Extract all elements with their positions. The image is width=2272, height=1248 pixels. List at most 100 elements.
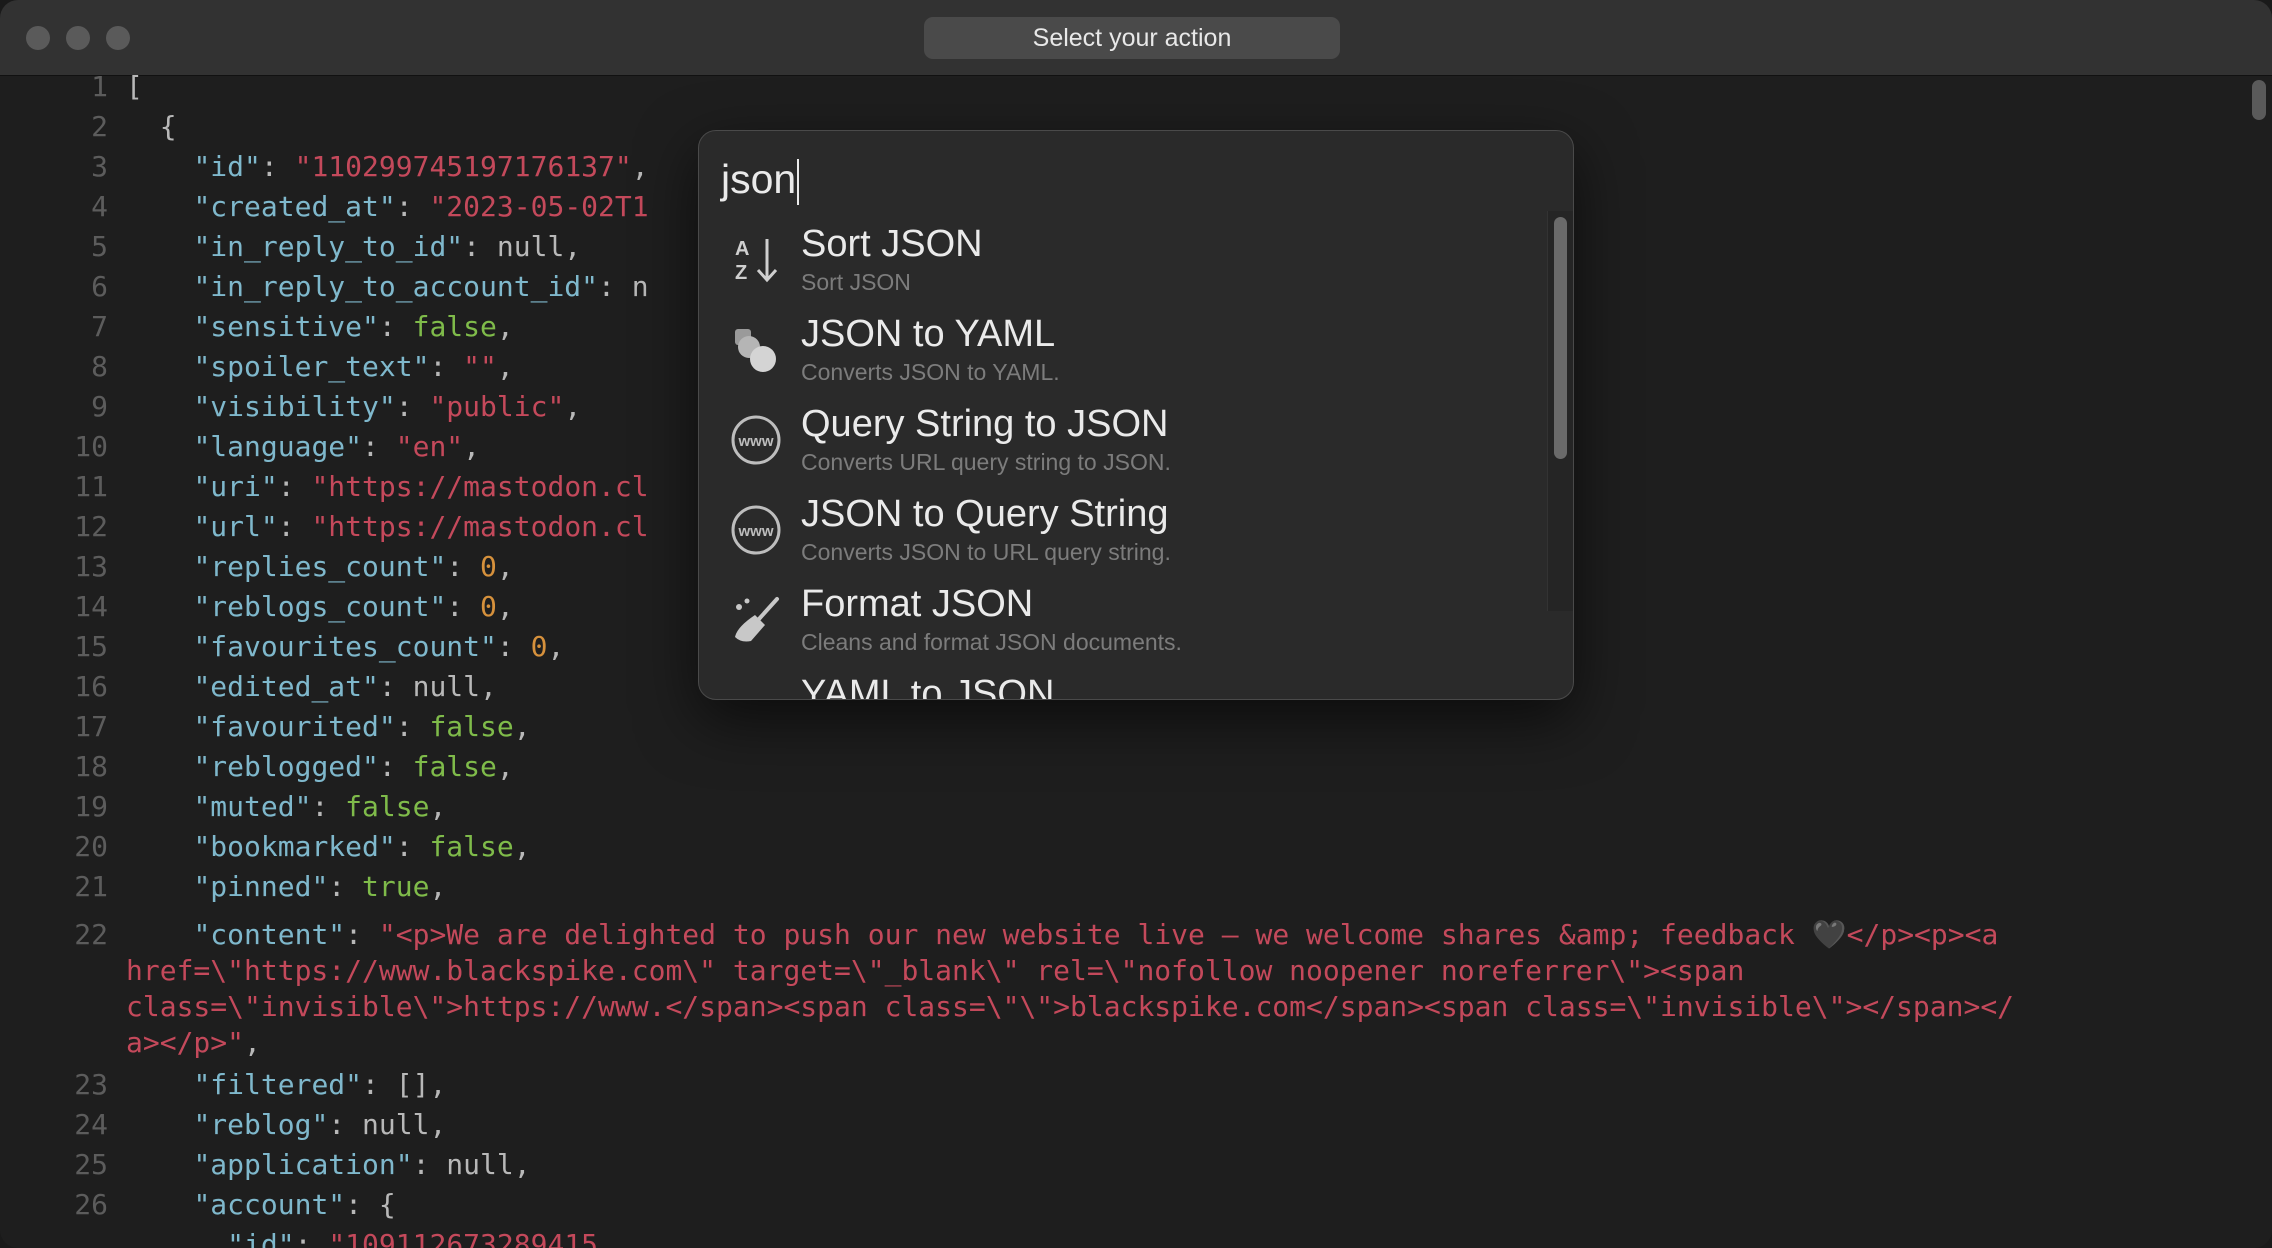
code-line: "reblogged": false, xyxy=(126,750,514,783)
result-item-query-string-to-json[interactable]: www Query String to JSON Converts URL qu… xyxy=(715,397,1545,483)
code-token: : xyxy=(395,190,430,223)
code-line: "in_reply_to_account_id": n xyxy=(126,270,649,303)
result-item-yaml-to-json[interactable]: YAML to JSON xyxy=(715,667,1545,699)
code-token: : null, xyxy=(412,1148,531,1181)
code-line: "id": "109112673289415 xyxy=(126,1228,598,1248)
palette-results-list: AZ Sort JSON Sort JSON JSON to YAML Conv… xyxy=(699,217,1557,699)
code-token: href=\"https://www.blackspike.com\" targ… xyxy=(126,954,1745,987)
code-token: : xyxy=(328,870,363,903)
line-number: 26 xyxy=(74,1188,108,1221)
code-token: : xyxy=(429,350,464,383)
result-subtitle: Converts JSON to URL query string. xyxy=(801,539,1171,565)
line-number: 20 xyxy=(74,830,108,863)
code-token: "muted" xyxy=(193,790,312,823)
code-token: : xyxy=(294,1228,329,1248)
code-token: false xyxy=(345,790,430,823)
code-line: "application": null, xyxy=(126,1148,531,1181)
www-globe-icon: www xyxy=(727,501,785,559)
code-token: , xyxy=(429,790,447,823)
code-token: : n xyxy=(598,270,649,303)
code-token: 0 xyxy=(480,590,497,623)
line-number: 9 xyxy=(91,390,108,423)
code-token: , xyxy=(547,630,565,663)
code-line: class=\"invisible\">https://www.</span><… xyxy=(126,990,2014,1023)
code-token: "pinned" xyxy=(193,870,329,903)
line-number: 22 xyxy=(74,918,108,951)
code-line: "spoiler_text": "", xyxy=(126,350,514,383)
code-line: "url": "https://mastodon.cl xyxy=(126,510,648,543)
editor-scrollbar[interactable] xyxy=(2252,80,2266,120)
code-token: : [], xyxy=(362,1068,447,1101)
code-token: "id" xyxy=(193,150,261,183)
code-token: "reblogs_count" xyxy=(193,590,447,623)
code-line: "account": { xyxy=(126,1188,396,1221)
minimize-window-button[interactable] xyxy=(66,26,90,50)
line-number: 2 xyxy=(91,110,108,143)
palette-search-input[interactable]: json xyxy=(721,149,1521,209)
code-line: "replies_count": 0, xyxy=(126,550,513,583)
code-token: : xyxy=(260,150,295,183)
code-token: : null, xyxy=(463,230,582,263)
code-token: : xyxy=(277,470,312,503)
code-line: "language": "en", xyxy=(126,430,480,463)
code-token: : xyxy=(362,430,396,463)
code-line: "edited_at": null, xyxy=(126,670,496,703)
line-number: 13 xyxy=(74,550,108,583)
command-palette: json AZ Sort JSON Sort JSON JSON to YAML… xyxy=(698,130,1574,700)
code-token: , xyxy=(496,750,514,783)
svg-text:A: A xyxy=(735,238,749,260)
code-line: "content": "<p>We are delighted to push … xyxy=(126,918,1998,951)
code-token: "account" xyxy=(193,1188,346,1221)
line-number: 3 xyxy=(91,150,108,183)
close-window-button[interactable] xyxy=(26,26,50,50)
result-item-format-json[interactable]: Format JSON Cleans and format JSON docum… xyxy=(715,577,1545,663)
app-window: Select your action 1 2 3 4 5 6 7 8 9 10 11 12 13 14 15… xyxy=(0,0,2272,1248)
code-token: : xyxy=(395,390,430,423)
result-item-json-to-query-string[interactable]: www JSON to Query String Converts JSON t… xyxy=(715,487,1545,573)
code-token: "application" xyxy=(193,1148,413,1181)
line-number: 8 xyxy=(91,350,108,383)
code-line: "reblogs_count": 0, xyxy=(126,590,513,623)
line-number: 19 xyxy=(74,790,108,823)
code-token: false xyxy=(412,310,497,343)
line-number: 4 xyxy=(91,190,108,223)
code-token: "in_reply_to_id" xyxy=(193,230,464,263)
code-token: , xyxy=(463,430,481,463)
code-line: "pinned": true, xyxy=(126,870,446,903)
code-token: , xyxy=(496,350,514,383)
palette-scrollbar-thumb[interactable] xyxy=(1554,217,1567,459)
line-number: 17 xyxy=(74,710,108,743)
result-subtitle: Converts JSON to YAML. xyxy=(801,359,1060,385)
code-token: "110299745197176137" xyxy=(294,150,632,183)
code-token: : { xyxy=(345,1188,396,1221)
line-number: 16 xyxy=(74,670,108,703)
result-subtitle: Converts URL query string to JSON. xyxy=(801,449,1171,475)
code-token: , xyxy=(564,390,582,423)
code-token: , xyxy=(513,710,531,743)
code-line: "in_reply_to_id": null, xyxy=(126,230,581,263)
code-token: "replies_count" xyxy=(193,550,447,583)
zoom-window-button[interactable] xyxy=(106,26,130,50)
code-token: "favourited" xyxy=(193,710,396,743)
svg-text:www: www xyxy=(737,433,773,450)
select-action-button[interactable]: Select your action xyxy=(924,17,1340,59)
code-line: "created_at": "2023-05-02T1 xyxy=(126,190,648,223)
title-bar: Select your action xyxy=(0,0,2272,76)
code-token: : xyxy=(378,310,413,343)
code-line: "visibility": "public", xyxy=(126,390,581,423)
text-caret xyxy=(797,159,800,206)
code-token: true xyxy=(362,870,430,903)
result-item-json-to-yaml[interactable]: JSON to YAML Converts JSON to YAML. xyxy=(715,307,1545,393)
result-item-sort-json[interactable]: AZ Sort JSON Sort JSON xyxy=(715,217,1545,303)
code-token: a></p>" xyxy=(126,1026,245,1059)
code-line: "sensitive": false, xyxy=(126,310,513,343)
